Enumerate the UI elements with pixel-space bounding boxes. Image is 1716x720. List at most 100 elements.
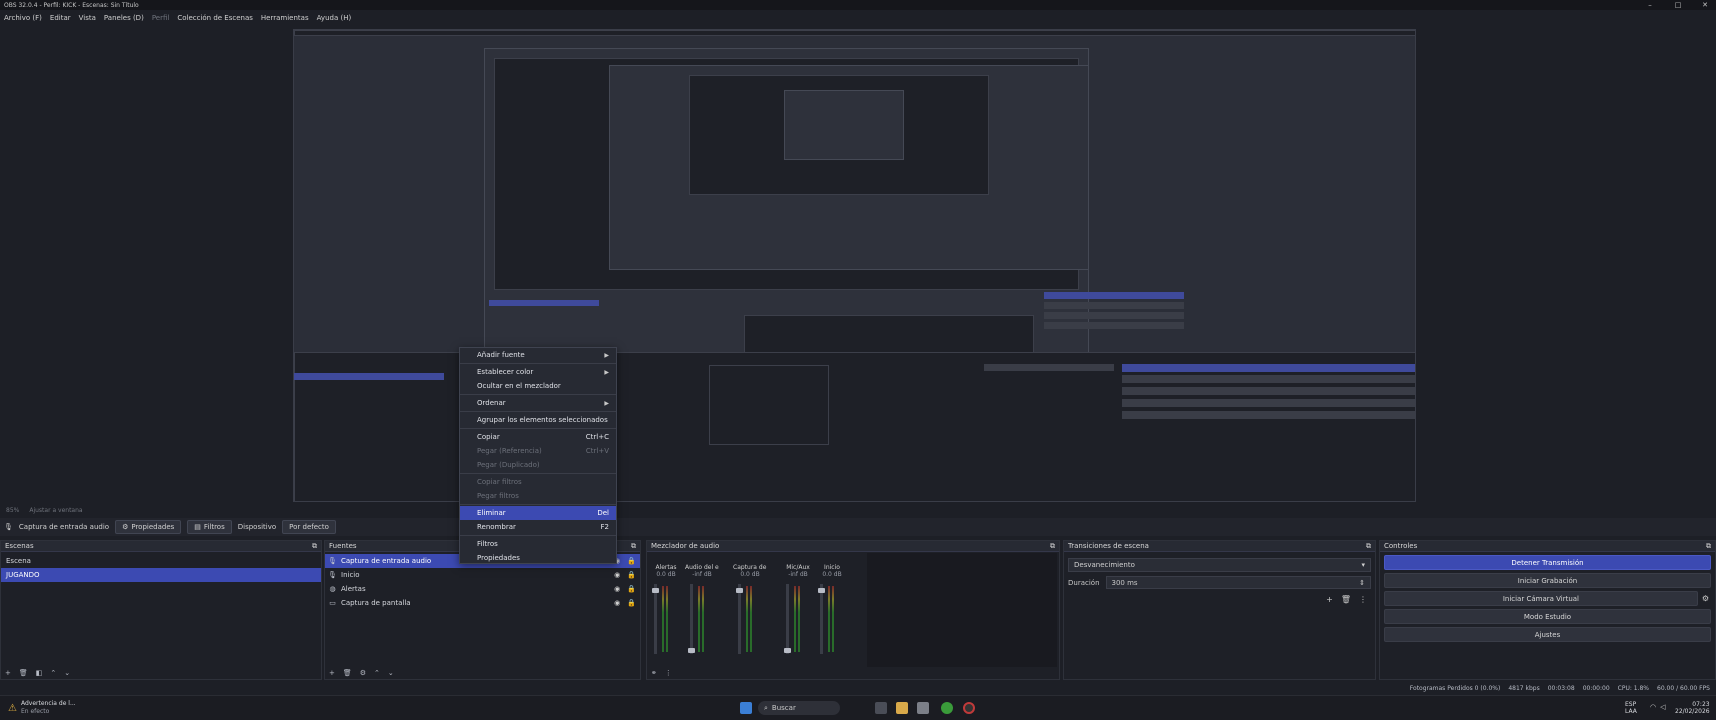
chevron-down-icon[interactable]: ⌄	[388, 669, 394, 677]
zoom-label[interactable]: 85%	[6, 507, 19, 514]
channel-name: Alertas	[655, 564, 677, 571]
volume-fader[interactable]	[652, 584, 659, 654]
trash-icon[interactable]: 🗑	[19, 669, 28, 677]
menu-editar[interactable]: Editar	[50, 14, 71, 22]
chevron-down-icon[interactable]: ⌄	[64, 669, 70, 677]
eye-icon[interactable]: ◉	[614, 571, 620, 579]
trash-icon[interactable]: 🗑	[1341, 595, 1351, 604]
notification-sub: En efecto	[20, 708, 50, 715]
maximize-button[interactable]: □	[1667, 0, 1689, 10]
volume-fader[interactable]	[784, 584, 791, 654]
menu-bar: Archivo (F) Editar Vista Paneles (D) Per…	[0, 12, 351, 24]
menu-item-label: Pegar filtros	[477, 492, 519, 500]
lock-icon[interactable]: 🔒	[627, 599, 636, 607]
file-explorer-icon[interactable]	[896, 702, 908, 714]
gear-icon[interactable]: ⚙	[1702, 594, 1709, 603]
taskbar-search[interactable]: ⌕ Buscar	[758, 701, 840, 715]
level-meter	[746, 586, 748, 652]
obs-icon[interactable]	[963, 702, 975, 714]
clock[interactable]: 07:23 22/02/2026	[1675, 701, 1710, 715]
notification[interactable]: ⚠ Advertencia de l... En efecto	[8, 700, 76, 716]
lock-icon[interactable]: 🔒	[627, 585, 636, 593]
context-menu-item[interactable]: Ordenar ▶	[460, 396, 616, 410]
chevron-up-icon[interactable]: ⌃	[374, 669, 380, 677]
add-source-icon[interactable]: +	[329, 669, 335, 677]
context-menu-item[interactable]: Renombrar F2	[460, 520, 616, 534]
trash-icon[interactable]: 🗑	[343, 669, 352, 677]
menu-herramientas[interactable]: Herramientas	[261, 14, 309, 22]
menu-archivo[interactable]: Archivo (F)	[4, 14, 42, 22]
source-item[interactable]: ▭ Captura de pantalla ◉ 🔒	[325, 596, 640, 610]
source-item[interactable]: 🎙 Inicio ◉ 🔒	[325, 568, 640, 582]
close-button[interactable]: ✕	[1694, 0, 1716, 10]
menu-paneles[interactable]: Paneles (D)	[104, 14, 144, 22]
lock-icon[interactable]: 🔒	[627, 571, 636, 579]
context-menu-item[interactable]: Establecer color ▶	[460, 365, 616, 379]
dock-menu-icon[interactable]: ⧉	[1050, 542, 1055, 551]
language-indicator[interactable]: ESP LAA	[1625, 701, 1637, 715]
settings-button[interactable]: Ajustes	[1384, 627, 1711, 642]
add-transition-icon[interactable]: +	[1326, 595, 1333, 604]
menu-coleccion[interactable]: Colección de Escenas	[177, 14, 253, 22]
scene-item-jugando[interactable]: JUGANDO	[1, 568, 321, 582]
studio-mode-button[interactable]: Modo Estudio	[1384, 609, 1711, 624]
volume-fader[interactable]	[688, 584, 695, 654]
context-menu-item[interactable]: Ocultar en el mezclador	[460, 379, 616, 393]
menu-ayuda[interactable]: Ayuda (H)	[317, 14, 352, 22]
more-icon[interactable]: ⋮	[1359, 595, 1367, 604]
source-toolbar: 🎙 Captura de entrada audio ⚙ Propiedades …	[0, 518, 1716, 536]
filters-button[interactable]: ▤ Filtros	[187, 520, 232, 534]
scene-item-escena[interactable]: Escena	[1, 554, 321, 568]
start-recording-button[interactable]: Iniciar Grabación	[1384, 573, 1711, 588]
menu-vista[interactable]: Vista	[79, 14, 96, 22]
context-menu-item[interactable]: Pegar (Referencia) Ctrl+V	[460, 444, 616, 458]
minimize-button[interactable]: –	[1639, 0, 1661, 10]
properties-button[interactable]: ⚙ Propiedades	[115, 520, 182, 534]
transition-select[interactable]: Desvanecimiento ▾	[1068, 558, 1371, 572]
gear-icon[interactable]: ⚙	[360, 669, 366, 677]
menu-separator	[460, 394, 616, 395]
filter-icon[interactable]: ◧	[36, 669, 43, 677]
task-view-icon[interactable]	[875, 702, 887, 714]
menu-perfil[interactable]: Perfil	[152, 14, 170, 22]
context-menu-item[interactable]: Propiedades	[460, 551, 616, 565]
preview-recursive-row	[1044, 312, 1184, 319]
device-select[interactable]: Por defecto	[282, 520, 336, 534]
menu-item-label: Añadir fuente	[477, 351, 525, 359]
context-menu-item[interactable]: Agrupar los elementos seleccionados	[460, 413, 616, 427]
context-menu-item[interactable]: Pegar filtros	[460, 489, 616, 503]
windows-start-icon[interactable]	[740, 702, 752, 714]
preview-status: 85% Ajustar a ventana	[0, 505, 1716, 515]
duration-field[interactable]: 300 ms ⇕	[1105, 576, 1371, 589]
menu-item-label: Pegar (Referencia)	[477, 447, 542, 455]
chevron-up-icon[interactable]: ⌃	[50, 669, 56, 677]
volume-fader[interactable]	[736, 584, 743, 654]
eye-icon[interactable]: ◉	[614, 599, 620, 607]
context-menu-item[interactable]: Pegar (Duplicado)	[460, 458, 616, 472]
context-menu-item[interactable]: Filtros	[460, 537, 616, 551]
menu-item-label: Ordenar	[477, 399, 506, 407]
dock-menu-icon[interactable]: ⧉	[1366, 542, 1371, 551]
app-icon[interactable]	[917, 702, 929, 714]
system-tray[interactable]: ◠ ◁	[1650, 703, 1666, 711]
more-icon[interactable]: ⋮	[665, 669, 672, 677]
start-virtualcam-button[interactable]: Iniciar Cámara Virtual	[1384, 591, 1698, 606]
volume-fader[interactable]	[818, 584, 825, 654]
dock-menu-icon[interactable]: ⧉	[312, 542, 317, 551]
eye-icon[interactable]: ◉	[614, 585, 620, 593]
scale-label[interactable]: Ajustar a ventana	[29, 507, 82, 514]
context-menu-item[interactable]: Copiar filtros	[460, 475, 616, 489]
add-scene-icon[interactable]: +	[5, 669, 11, 677]
stop-stream-button[interactable]: Detener Transmisión	[1384, 555, 1711, 570]
chrome-icon[interactable]	[941, 702, 953, 714]
source-item[interactable]: ◍ Alertas ◉ 🔒	[325, 582, 640, 596]
preview-recursive-mixer-2	[709, 365, 829, 445]
lock-icon[interactable]: 🔒	[627, 557, 636, 565]
dock-menu-icon[interactable]: ⧉	[631, 542, 636, 551]
link-icon[interactable]: ⚭	[651, 669, 657, 677]
preview-recursive-row	[1122, 375, 1415, 383]
context-menu-item[interactable]: Añadir fuente ▶	[460, 348, 616, 362]
dock-menu-icon[interactable]: ⧉	[1706, 542, 1711, 551]
context-menu-item[interactable]: Eliminar Del	[460, 506, 616, 520]
context-menu-item[interactable]: Copiar Ctrl+C	[460, 430, 616, 444]
